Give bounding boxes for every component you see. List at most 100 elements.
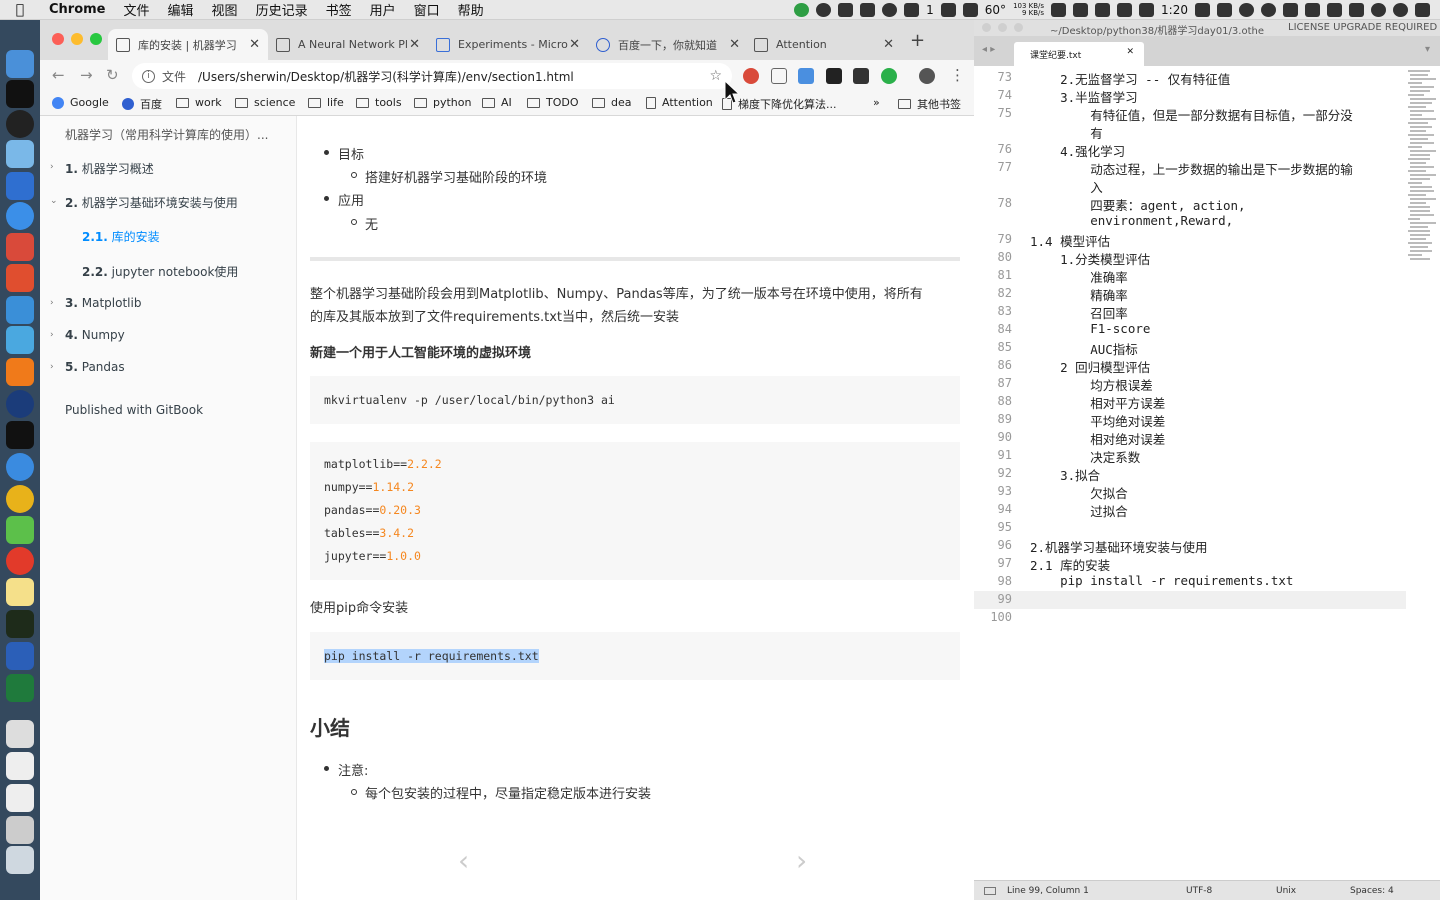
clock-icon[interactable]	[882, 2, 898, 17]
bookmark-folder-work[interactable]: work	[176, 96, 222, 109]
bookmark-folder-life[interactable]: life	[308, 96, 344, 109]
chevron-down-icon[interactable]: ⌄	[50, 196, 58, 206]
chrome-icon[interactable]	[6, 485, 34, 513]
bookmark-other[interactable]: 其他书签	[898, 96, 961, 112]
license-notice[interactable]: LICENSE UPGRADE REQUIRED	[1288, 22, 1437, 33]
encoding[interactable]: UTF-8	[1186, 886, 1212, 896]
line-endings[interactable]: Unix	[1276, 886, 1296, 896]
memory-icon[interactable]	[1095, 2, 1111, 17]
notes-icon[interactable]	[6, 578, 34, 606]
menu-window[interactable]: 窗口	[405, 0, 449, 19]
bookmark-folder-ai[interactable]: AI	[482, 96, 512, 109]
tab-close-icon[interactable]: ✕	[569, 37, 580, 52]
code-line[interactable]: 有	[1030, 123, 1103, 142]
bookmarks-overflow-button[interactable]: »	[873, 96, 880, 109]
note-app-icon[interactable]	[6, 172, 34, 200]
bookmark-google[interactable]: Google	[52, 96, 109, 109]
translate-extension-icon[interactable]	[743, 68, 759, 84]
tab-close-icon[interactable]: ✕	[729, 37, 740, 52]
keyboard-icon[interactable]	[940, 2, 956, 17]
code-line[interactable]: AUC指标	[1030, 339, 1138, 358]
address-bar[interactable]: i 文件 /Users/sherwin/Desktop/机器学习(科学计算库)/…	[132, 63, 732, 89]
menu-view[interactable]: 视图	[203, 0, 247, 19]
cursor-position[interactable]: Line 99, Column 1	[1007, 886, 1089, 896]
bookmark-baidu[interactable]: 百度	[122, 96, 162, 112]
bookmark-folder-science[interactable]: science	[235, 96, 295, 109]
camera-icon[interactable]	[860, 2, 876, 17]
selected-text[interactable]: pip install -r requirements.txt	[324, 649, 539, 663]
grammarly-extension-icon[interactable]	[881, 68, 897, 84]
code-line[interactable]: 3.拟合	[1030, 465, 1100, 484]
weibo-icon[interactable]	[6, 547, 34, 575]
tab-gitbook[interactable]: 库的安装 | 机器学习 ✕	[108, 29, 268, 60]
search-icon[interactable]	[1239, 2, 1254, 17]
close-window-button[interactable]	[52, 33, 64, 45]
chapter-2-1[interactable]: 2.1. 库的安装	[82, 228, 160, 245]
sublime-icon[interactable]	[6, 358, 34, 386]
battery-time[interactable]: 1:20	[1161, 3, 1188, 17]
code-line[interactable]: 动态过程，上一步数据的输出是下一步数据的输	[1030, 159, 1353, 178]
next-page-arrow-icon[interactable]: ›	[796, 844, 807, 877]
code-line[interactable]: 相对绝对误差	[1030, 429, 1165, 448]
code-line[interactable]: 平均绝对误差	[1030, 411, 1165, 430]
tab-close-icon[interactable]: ✕	[409, 37, 420, 52]
dictionary-icon[interactable]	[6, 140, 34, 168]
finder-icon[interactable]	[6, 50, 34, 78]
menu-file[interactable]: 文件	[115, 0, 159, 19]
chapter-3[interactable]: 3. Matplotlib	[65, 296, 141, 310]
code-line[interactable]: 3.半监督学习	[1030, 87, 1138, 106]
bookmark-attention[interactable]: Attention	[646, 96, 713, 109]
code-line[interactable]: 4.强化学习	[1030, 141, 1125, 160]
screen-app-icon[interactable]	[6, 326, 34, 354]
bookmark-folder-python[interactable]: python	[414, 96, 471, 109]
code-line[interactable]: 2 回归模型评估	[1030, 357, 1150, 376]
minimap[interactable]	[1406, 68, 1438, 268]
pycharm-icon[interactable]	[6, 610, 34, 638]
tab-nav-arrows-icon[interactable]: ◂ ▸	[982, 44, 995, 55]
screenshot-icon[interactable]	[6, 816, 34, 844]
code-line[interactable]: 1.4 模型评估	[1030, 231, 1110, 250]
editor-area[interactable]: 73 2.无监督学习 -- 仅有特征值 74 3.半监督学习 75 有特征值，但是一…	[974, 66, 1440, 880]
tab-neural-network[interactable]: A Neural Network Pl ✕	[268, 29, 428, 60]
bookmark-star-icon[interactable]: ☆	[709, 68, 722, 84]
code-line[interactable]: environment,Reward,	[1030, 213, 1233, 228]
bookmark-folder-dea[interactable]: dea	[592, 96, 632, 109]
chevron-right-icon[interactable]: ›	[50, 362, 54, 372]
requirement-line[interactable]: jupyter==1.0.0	[324, 549, 421, 563]
activity-monitor-icon[interactable]	[6, 421, 34, 449]
indentation[interactable]: Spaces: 4	[1350, 886, 1394, 896]
volume-icon[interactable]	[1327, 2, 1342, 17]
wifi-icon[interactable]	[1305, 2, 1320, 17]
new-tab-button[interactable]: +	[910, 30, 925, 51]
apple-menu-icon[interactable]: 	[0, 2, 40, 18]
forward-arrow-icon[interactable]: →	[80, 66, 93, 84]
code-line[interactable]: 四要素：agent, action,	[1030, 195, 1245, 214]
tab-baidu[interactable]: 百度一下，你就知道 ✕	[588, 29, 748, 60]
grid-icon[interactable]	[1073, 2, 1089, 17]
chevron-right-icon[interactable]: ›	[50, 298, 54, 308]
notification-count[interactable]: 1	[926, 3, 934, 17]
requirement-line[interactable]: pandas==0.20.3	[324, 503, 421, 517]
zoom-window-button[interactable]	[1014, 23, 1023, 32]
chat-icon[interactable]	[1195, 2, 1210, 17]
layout-icon[interactable]	[1217, 2, 1232, 17]
chapter-5[interactable]: 5. Pandas	[65, 360, 125, 374]
requirement-line[interactable]: matplotlib==2.2.2	[324, 457, 442, 471]
tab-attention[interactable]: Attention ✕	[746, 29, 902, 60]
chevron-right-icon[interactable]: ›	[50, 330, 54, 340]
code-line[interactable]: 2.无监督学习 -- 仅有特征值	[1030, 69, 1230, 88]
code-line[interactable]: 相对平方误差	[1030, 393, 1165, 412]
word-icon[interactable]	[6, 642, 34, 670]
panel-toggle-icon[interactable]	[984, 887, 996, 895]
send-icon[interactable]	[962, 2, 978, 17]
chapter-1[interactable]: 1. 机器学习概述	[65, 160, 154, 177]
code-line[interactable]: 均方根误差	[1030, 375, 1153, 394]
file-tab[interactable]: 课堂纪要.txt ✕	[1014, 42, 1144, 66]
list-icon[interactable]	[1415, 2, 1430, 17]
terminal-icon[interactable]	[6, 80, 34, 108]
display-icon[interactable]	[1117, 2, 1133, 17]
profile-avatar[interactable]	[919, 68, 935, 84]
previous-page-arrow-icon[interactable]: ‹	[458, 844, 469, 877]
network-speed[interactable]: 103 KB/s 9 KB/s	[1013, 2, 1044, 17]
player-icon[interactable]	[6, 390, 34, 418]
